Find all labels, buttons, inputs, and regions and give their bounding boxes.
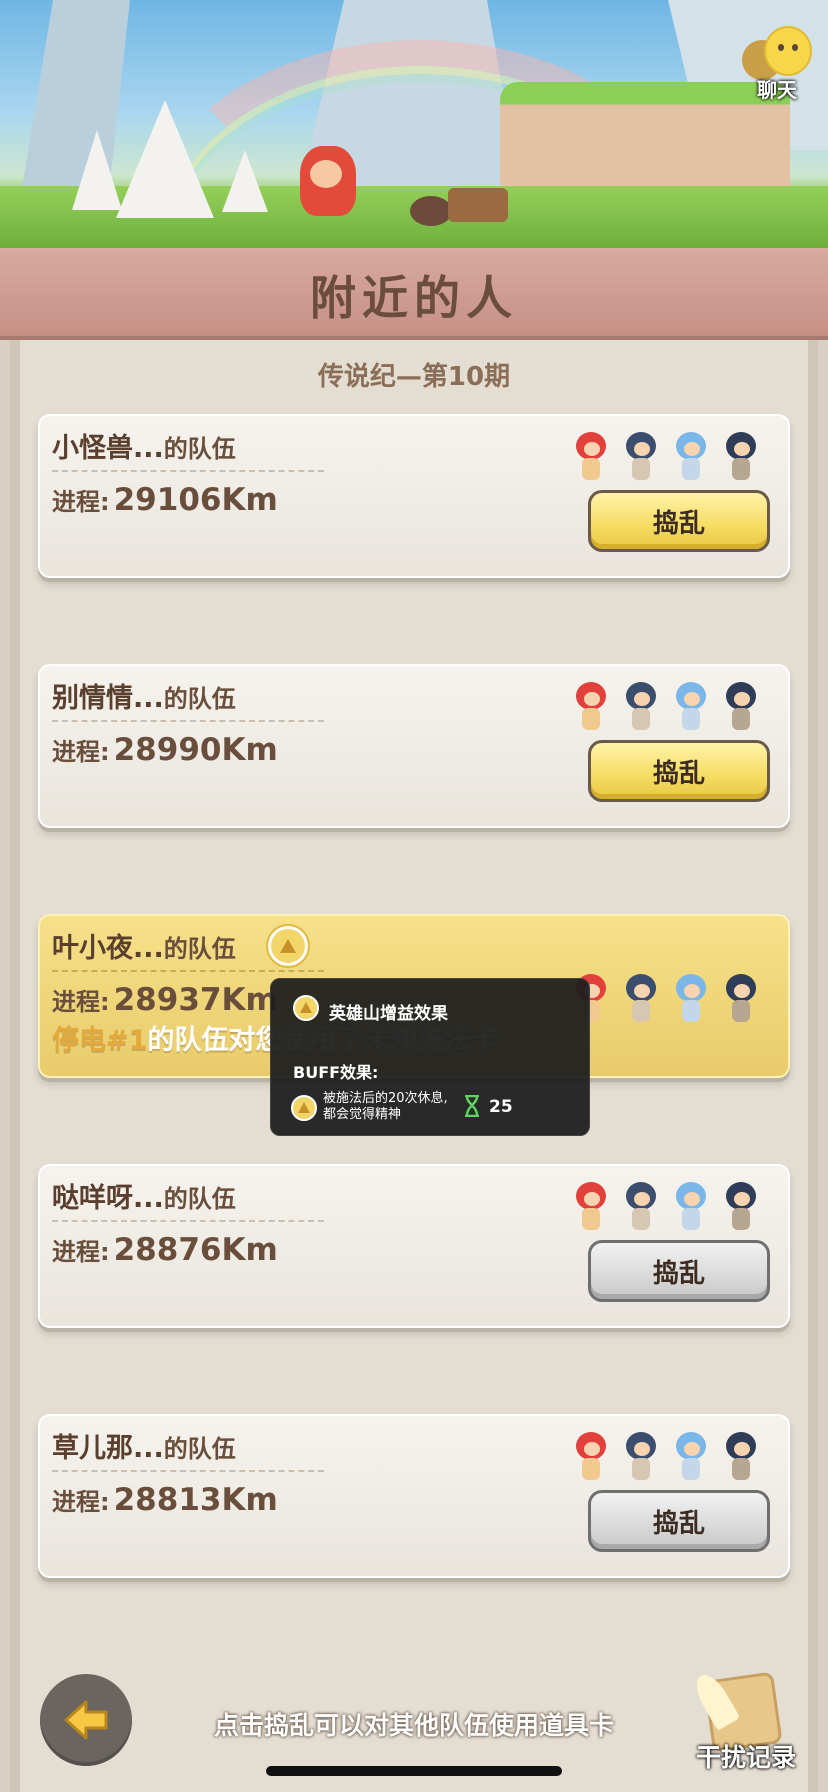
chat-button[interactable]: 聊天 <box>740 26 814 102</box>
hourglass-icon <box>465 1095 479 1117</box>
member-avatar <box>570 1426 610 1484</box>
team-members <box>570 1426 766 1484</box>
pet-character <box>410 196 452 226</box>
member-avatar <box>670 426 710 484</box>
season-label: 传说纪—第10期 <box>317 362 511 392</box>
team-members <box>570 426 766 484</box>
page-title: 附近的人 <box>310 271 518 325</box>
team-name: 小怪兽...的队伍 <box>52 433 236 464</box>
member-avatar <box>620 1176 660 1234</box>
disrupt-button[interactable]: 捣乱 <box>588 1490 770 1552</box>
member-avatar <box>720 1176 760 1234</box>
team-card[interactable]: 别情情...的队伍 进程: 28990Km 捣乱 <box>38 664 790 828</box>
buff-tooltip: 英雄山增益效果 BUFF效果: 被施法后的20次休息,都会觉得精神 25 <box>270 978 590 1136</box>
member-avatar <box>720 968 760 1026</box>
divider <box>52 970 324 972</box>
member-avatar <box>620 968 660 1026</box>
team-name: 别情情...的队伍 <box>52 683 236 714</box>
member-avatar <box>670 676 710 734</box>
member-avatar <box>570 426 610 484</box>
member-avatar <box>620 426 660 484</box>
disrupt-button[interactable]: 捣乱 <box>588 490 770 552</box>
home-indicator <box>266 1766 562 1776</box>
team-members <box>570 968 766 1026</box>
member-avatar <box>570 676 610 734</box>
disrupt-button[interactable]: 捣乱 <box>588 1240 770 1302</box>
buff-label: BUFF效果: <box>293 1063 379 1082</box>
member-avatar <box>670 1176 710 1234</box>
team-progress: 进程: 28876Km <box>52 1232 278 1268</box>
interference-record-button[interactable]: 干扰记录 <box>688 1669 804 1782</box>
cart <box>448 188 508 222</box>
buff-icon <box>293 995 319 1021</box>
divider <box>52 1470 324 1472</box>
buff-remaining-count: 25 <box>489 1097 513 1117</box>
member-avatar <box>570 1176 610 1234</box>
member-avatar <box>620 676 660 734</box>
divider <box>52 470 324 472</box>
chat-bubble-icon <box>764 26 812 76</box>
disrupt-button[interactable]: 捣乱 <box>588 740 770 802</box>
chat-label: 聊天 <box>757 78 797 102</box>
member-avatar <box>720 426 760 484</box>
member-avatar <box>670 968 710 1026</box>
header-scene: 聊天 <box>0 0 828 250</box>
team-members <box>570 676 766 734</box>
buff-description: 被施法后的20次休息,都会觉得精神 <box>323 1091 448 1122</box>
team-card[interactable]: 小怪兽...的队伍 进程: 29106Km 捣乱 <box>38 414 790 578</box>
buff-effect-icon <box>291 1095 317 1121</box>
divider <box>52 720 324 722</box>
team-name: 叶小夜...的队伍 <box>52 933 236 964</box>
hero-face <box>310 160 342 188</box>
member-avatar <box>720 1426 760 1484</box>
mountain-left <box>20 0 130 200</box>
team-card[interactable]: 草儿那...的队伍 进程: 28813Km 捣乱 <box>38 1414 790 1578</box>
team-name: 草儿那...的队伍 <box>52 1433 236 1464</box>
team-progress: 进程: 29106Km <box>52 482 278 518</box>
team-progress: 进程: 28813Km <box>52 1482 278 1518</box>
team-members <box>570 1176 766 1234</box>
team-progress: 进程: 28937Km <box>52 982 278 1018</box>
member-avatar <box>720 676 760 734</box>
team-card[interactable]: 哒咩呀...的队伍 进程: 28876Km 捣乱 <box>38 1164 790 1328</box>
team-name: 哒咩呀...的队伍 <box>52 1183 236 1214</box>
team-progress: 进程: 28990Km <box>52 732 278 768</box>
divider <box>52 1220 324 1222</box>
record-label: 干扰记录 <box>695 1743 796 1772</box>
member-avatar <box>620 1426 660 1484</box>
member-avatar <box>670 1426 710 1484</box>
buff-icon[interactable] <box>268 926 308 966</box>
tooltip-title: 英雄山增益效果 <box>329 1004 448 1024</box>
